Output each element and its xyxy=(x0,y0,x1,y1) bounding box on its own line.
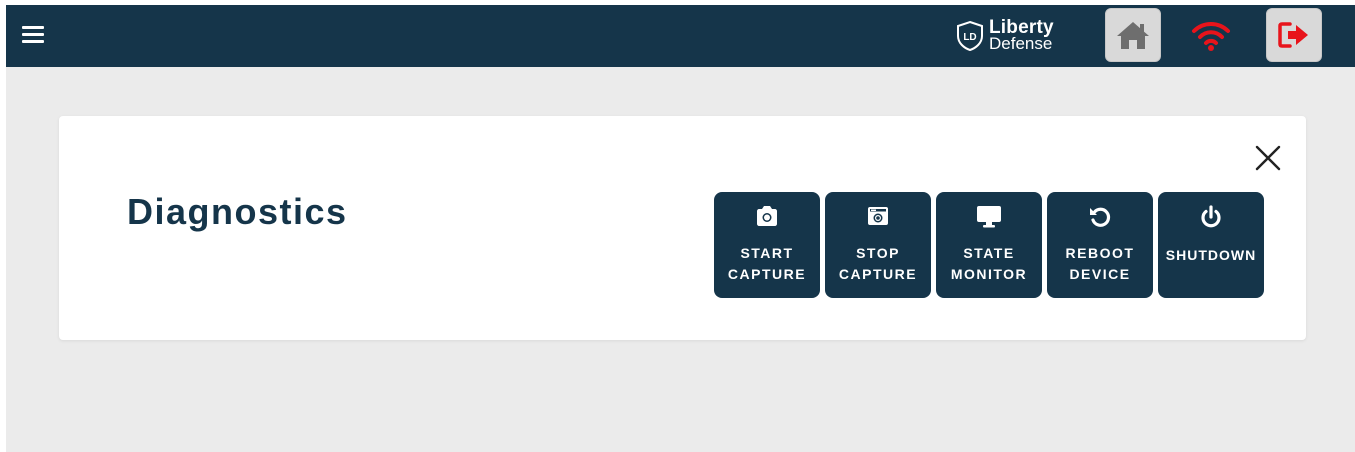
home-button[interactable] xyxy=(1105,8,1161,62)
action-label-line1: STATE xyxy=(963,245,1015,261)
shield-logo-icon: LD xyxy=(957,20,983,52)
home-icon xyxy=(1117,22,1149,49)
power-icon xyxy=(1201,205,1221,228)
dialog-title: Diagnostics xyxy=(127,191,348,232)
action-label-line2: MONITOR xyxy=(950,266,1028,282)
close-icon[interactable] xyxy=(1252,142,1284,174)
action-label-line2: CAPTURE xyxy=(838,266,918,282)
start-capture-button[interactable]: START CAPTURE xyxy=(714,192,820,298)
action-label-line2: DEVICE xyxy=(1069,266,1131,282)
top-bar: LD Liberty Defense xyxy=(6,5,1355,67)
reboot-device-button[interactable]: REBOOT DEVICE xyxy=(1047,192,1153,298)
camera-icon xyxy=(757,206,777,226)
brand-name-line2: Defense xyxy=(989,34,1053,53)
action-label-line1: REBOOT xyxy=(1065,245,1135,261)
action-label-line1: START xyxy=(740,245,794,261)
wifi-icon xyxy=(1192,21,1230,51)
action-label-line1: STOP xyxy=(856,245,900,261)
state-monitor-button[interactable]: STATE MONITOR xyxy=(936,192,1042,298)
stop-capture-button[interactable]: STOP CAPTURE xyxy=(825,192,931,298)
diagnostics-dialog: Diagnostics START CAPTURE STOP CAPTURE S… xyxy=(59,116,1306,340)
hamburger-menu-icon[interactable] xyxy=(22,26,44,44)
reboot-icon xyxy=(1090,207,1111,227)
action-label-line2: CAPTURE xyxy=(727,266,807,282)
action-label-line1: SHUTDOWN xyxy=(1165,247,1257,263)
shutdown-button[interactable]: SHUTDOWN xyxy=(1158,192,1264,298)
svg-text:LD: LD xyxy=(963,32,976,43)
camera-stop-icon xyxy=(868,207,888,225)
monitor-icon xyxy=(977,206,1001,228)
app-shell: LD Liberty Defense Diagnostics START CAP… xyxy=(6,5,1355,452)
logout-arrow-icon xyxy=(1278,22,1308,48)
logout-button[interactable] xyxy=(1266,8,1322,62)
brand-logo: LD Liberty Defense xyxy=(955,15,1054,57)
